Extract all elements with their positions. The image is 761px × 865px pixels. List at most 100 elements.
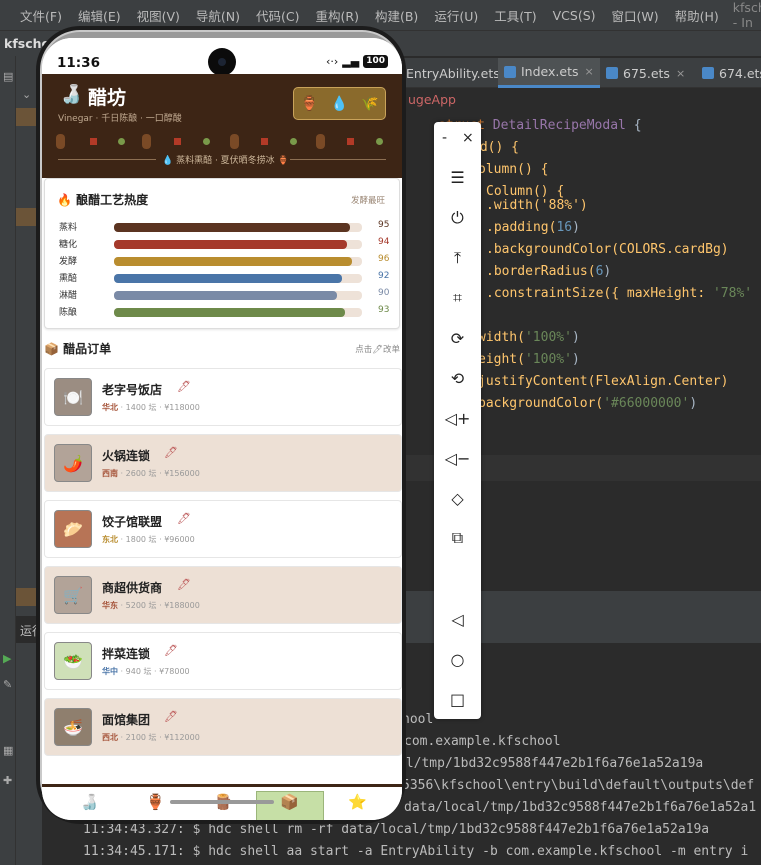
vinegar-bottle-icon: 🍶 [60, 84, 83, 105]
order-meta: 东北 · 1800 坛 · ¥96000 [102, 535, 195, 544]
square-deco-icon [261, 138, 268, 145]
home-icon[interactable]: ○ [434, 646, 481, 672]
edit-pen-icon[interactable]: 🖊 [177, 380, 191, 393]
edit-pen-icon[interactable]: 🖊 [164, 446, 178, 459]
rotate-icon[interactable]: ⟳ [434, 325, 481, 351]
heat-row: 淋醋 90 [59, 288, 389, 301]
phone-screen: 11:36 ‹·› ▂▄ 100 🍶 醋坊 Vinegar · 千日陈酿 · 一… [42, 38, 402, 820]
run-tool-icon[interactable]: ▶ [3, 652, 11, 665]
tab-674[interactable]: 674.ets [696, 58, 761, 88]
data-transfer-icon: ‹·› [325, 55, 339, 68]
star-icon[interactable]: ⭐ [348, 793, 367, 811]
volume-down-icon[interactable]: ◁− [434, 445, 481, 471]
edit-pen-icon[interactable]: 🖊 [164, 710, 178, 723]
close-tab-icon[interactable]: × [676, 67, 685, 80]
heat-track [114, 274, 362, 283]
console-line: 5356\kfschool\entry\build\default\output… [402, 778, 755, 793]
order-thumb-icon: 🛒 [54, 576, 92, 614]
heat-value: 95 [378, 220, 390, 230]
menu-window[interactable]: 窗口(W) [604, 6, 667, 25]
menu-file[interactable]: 文件(F) [12, 6, 70, 25]
order-card[interactable]: 🛒 商超供货商 🖊 华东 · 5200 坛 · ¥188000 [44, 566, 402, 624]
power-icon[interactable]: ⏻ [434, 205, 481, 231]
rotate-lock-icon[interactable]: ⟲ [434, 365, 481, 391]
close-button[interactable]: × [462, 130, 474, 146]
bottle-icon[interactable]: 🍶 [80, 793, 99, 811]
menu-run[interactable]: 运行(U) [426, 6, 486, 25]
collapse-icon[interactable]: ⌄ [22, 88, 31, 101]
heat-track [114, 291, 362, 300]
close-tab-icon[interactable]: × [585, 65, 594, 78]
dot-deco-icon [118, 138, 125, 145]
menu-view[interactable]: 视图(V) [129, 6, 188, 25]
order-meta: 华北 · 1400 坛 · ¥118000 [102, 403, 200, 412]
order-name: 商超供货商 [102, 581, 163, 595]
back-icon[interactable]: ◁ [434, 606, 481, 632]
order-card[interactable]: 🥟 饺子馆联盟 🖊 东北 · 1800 坛 · ¥96000 [44, 500, 402, 558]
order-quantity: 2600 坛 [125, 469, 157, 478]
pin-tool-icon[interactable]: ✚ [3, 774, 12, 787]
menu-edit[interactable]: 编辑(E) [70, 6, 129, 25]
heat-value: 92 [378, 271, 390, 281]
heat-label: 淋醋 [59, 291, 78, 301]
menu-vcs[interactable]: VCS(S) [545, 8, 604, 23]
header-icon-group[interactable]: 🏺 💧 🌾 [293, 87, 386, 120]
tab-index[interactable]: Index.ets × [498, 58, 600, 88]
jar-icon[interactable]: 🏺 [146, 793, 165, 811]
file-icon [702, 67, 714, 79]
build-tool-icon[interactable]: ✎ [3, 678, 12, 691]
order-card[interactable]: 🥗 拌菜连锁 🖊 华中 · 940 坛 · ¥78000 [44, 632, 402, 690]
heat-row: 熏醅 92 [59, 271, 390, 284]
order-name: 拌菜连锁 [102, 647, 151, 661]
order-price: ¥78000 [159, 667, 190, 676]
edit-pen-icon[interactable]: 🖊 [177, 512, 191, 525]
file-icon [606, 67, 618, 79]
menu-navigate[interactable]: 导航(N) [188, 6, 248, 25]
square-deco-icon [174, 138, 181, 145]
code-line: .borderRadius(6) [486, 264, 612, 279]
edit-pen-icon[interactable]: 🖊 [164, 644, 178, 657]
tab-675[interactable]: 675.ets × [600, 58, 691, 88]
project-tool-icon[interactable]: ▤ [3, 70, 13, 83]
left-tool-strip: ▤ ▶ ✎ ▦ ✚ [0, 56, 16, 865]
menu-refactor[interactable]: 重构(R) [308, 6, 367, 25]
menu-help[interactable]: 帮助(H) [667, 6, 727, 25]
order-price: ¥118000 [164, 403, 200, 412]
order-meta: 华东 · 5200 坛 · ¥188000 [102, 601, 200, 610]
code-line: width('100%') [478, 330, 580, 345]
screenshot-icon[interactable]: ⧉ [434, 525, 481, 551]
crop-icon[interactable]: ⌗ [434, 285, 481, 311]
layout-tool-icon[interactable]: ▦ [3, 744, 13, 757]
pin-top-icon[interactable]: ⤒ [434, 245, 481, 271]
heat-label: 发酵 [59, 257, 78, 267]
dot-deco-icon [290, 138, 297, 145]
menu-icon[interactable]: ☰ [434, 164, 481, 190]
grain-icon[interactable]: 🌾 [361, 96, 378, 112]
heat-label: 蒸料 [59, 223, 78, 233]
heat-label: 熏醅 [59, 274, 78, 284]
menu-tools[interactable]: 工具(T) [486, 6, 544, 25]
order-card[interactable]: 🌶️ 火锅连锁 🖊 西南 · 2600 坛 · ¥156000 [44, 434, 402, 492]
status-icons: ‹·› ▂▄ 100 [326, 55, 388, 68]
order-quantity: 940 坛 [125, 667, 152, 676]
order-price: ¥156000 [164, 469, 200, 478]
edit-pen-icon[interactable]: 🖊 [177, 578, 191, 591]
box-icon[interactable]: 📦 [280, 793, 299, 811]
volume-up-icon[interactable]: ◁+ [434, 405, 481, 431]
shake-icon[interactable]: ◇ [434, 485, 481, 511]
heat-row: 糖化 94 [59, 237, 389, 250]
breadcrumb[interactable]: ugeApp [400, 88, 761, 114]
order-card[interactable]: 🍜 面馆集团 🖊 西北 · 2100 坛 · ¥112000 [44, 698, 402, 756]
menu-build[interactable]: 构建(B) [367, 6, 426, 25]
order-card[interactable]: 🍽️ 老字号饭店 🖊 华北 · 1400 坛 · ¥118000 [44, 368, 402, 426]
order-meta: 西北 · 2100 坛 · ¥112000 [102, 733, 200, 742]
recents-icon[interactable]: □ [434, 686, 481, 712]
header-tagline: 💧 蒸料熏醅 · 夏伏晒冬捞冰 🏺 [162, 156, 289, 166]
home-indicator[interactable] [170, 800, 274, 804]
gourd-icon[interactable]: 🏺 [300, 96, 317, 112]
dot-deco-icon [376, 138, 383, 145]
menu-code[interactable]: 代码(C) [248, 6, 307, 25]
droplet-icon[interactable]: 💧 [331, 96, 348, 112]
minimize-button[interactable]: - [442, 130, 447, 146]
order-thumb-icon: 🍽️ [54, 378, 92, 416]
